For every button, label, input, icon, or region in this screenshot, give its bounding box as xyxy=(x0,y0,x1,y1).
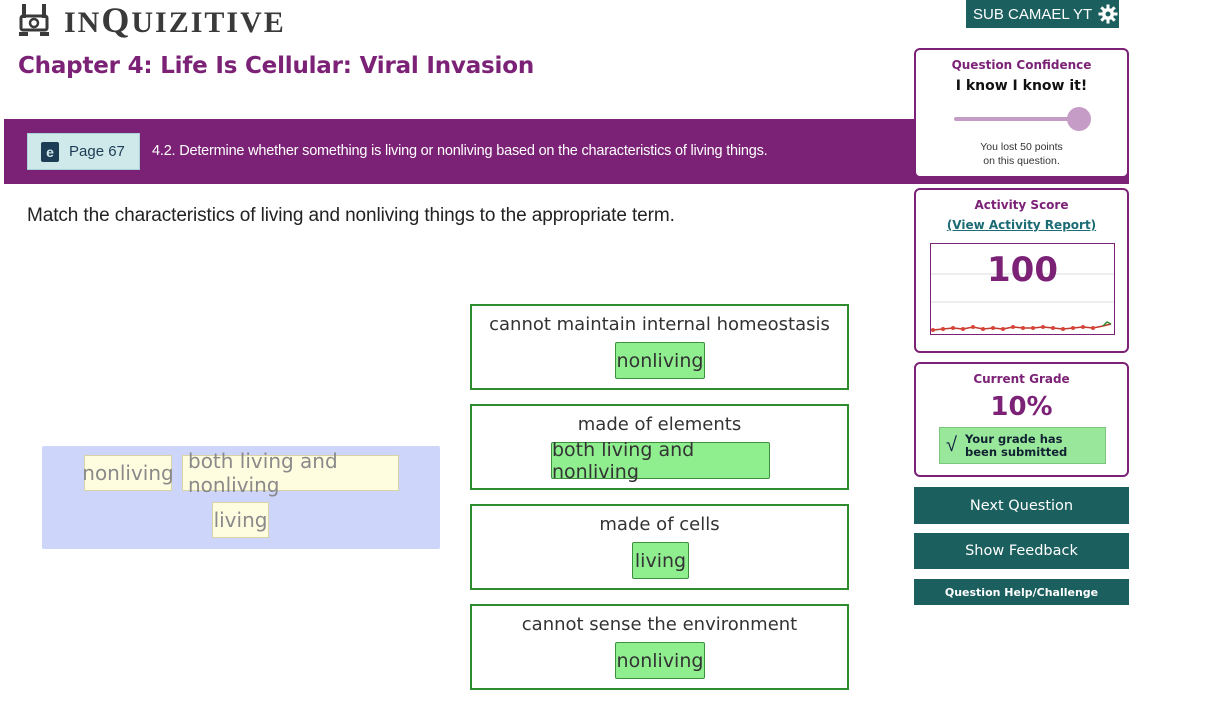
confidence-value: I know I know it! xyxy=(955,78,1088,94)
target-label: made of elements xyxy=(577,414,742,435)
placed-answer[interactable]: both living and nonliving xyxy=(551,439,770,483)
show-feedback-button[interactable]: Show Feedback xyxy=(914,533,1129,569)
grade-submitted-line1: Your grade has xyxy=(964,431,1063,446)
match-target[interactable]: made of cells living xyxy=(470,504,849,590)
gear-icon xyxy=(1098,4,1118,24)
next-question-button[interactable]: Next Question xyxy=(914,487,1129,524)
target-label: cannot maintain internal homeostasis xyxy=(489,314,830,335)
activity-score-value: 100 xyxy=(987,250,1058,290)
user-name: SUB CAMAEL YT xyxy=(973,5,1093,23)
chapter-title: Chapter 4: Life Is Cellular: Viral Invas… xyxy=(18,53,534,79)
word-bank-chip[interactable]: nonliving xyxy=(82,455,174,491)
svg-text:e: e xyxy=(46,144,54,160)
placed-answer[interactable]: living xyxy=(632,542,689,579)
match-target[interactable]: cannot maintain internal homeostasis non… xyxy=(470,304,849,390)
confidence-title: Question Confidence xyxy=(951,58,1092,72)
word-bank: nonliving both living and nonliving livi… xyxy=(42,446,440,549)
target-label: cannot sense the environment xyxy=(521,614,798,635)
current-grade-title: Current Grade xyxy=(973,372,1070,386)
target-label: made of cells xyxy=(599,514,720,535)
app-logo: INQUIZITIVE xyxy=(16,0,286,40)
inquizitive-mascot-icon xyxy=(19,4,49,36)
ebook-page-button[interactable]: e Page 67 xyxy=(27,133,140,170)
grade-submitted-line2: been submitted xyxy=(964,444,1068,459)
match-target[interactable]: made of elements both living and nonlivi… xyxy=(470,404,849,490)
grade-submitted-badge: √ Your grade has been submitted xyxy=(939,427,1106,464)
activity-score-title: Activity Score xyxy=(974,198,1069,212)
question-prompt: Match the characteristics of living and … xyxy=(27,205,675,226)
word-bank-chip[interactable]: both living and nonliving xyxy=(182,449,399,497)
placed-answer[interactable]: nonliving xyxy=(615,342,705,379)
points-lost-text: You lost 50 points on this question. xyxy=(980,141,1063,167)
check-icon: √ xyxy=(946,434,957,456)
page-label: Page 67 xyxy=(69,143,125,160)
activity-score-panel: Activity Score (View Activity Report) 10… xyxy=(914,188,1129,353)
current-grade-panel: Current Grade 10% √ Your grade has been … xyxy=(914,362,1129,477)
match-target[interactable]: cannot sense the environment nonliving xyxy=(470,604,849,690)
confidence-slider-handle[interactable] xyxy=(1067,107,1091,131)
confidence-panel: Question Confidence I know I know it! Yo… xyxy=(914,48,1129,178)
question-help-button[interactable]: Question Help/Challenge xyxy=(914,579,1129,605)
placed-answer[interactable]: nonliving xyxy=(615,642,705,679)
app-title: INQUIZITIVE xyxy=(64,0,286,40)
view-activity-report-link[interactable]: (View Activity Report) xyxy=(916,218,1127,232)
learning-objective: 4.2. Determine whether something is livi… xyxy=(152,143,768,159)
user-menu-button[interactable]: SUB CAMAEL YT xyxy=(966,0,1119,28)
word-bank-chip[interactable]: living xyxy=(212,502,269,538)
score-chart: 100 xyxy=(930,243,1115,335)
ebook-icon: e xyxy=(41,141,59,162)
current-grade-value: 10% xyxy=(990,392,1053,422)
